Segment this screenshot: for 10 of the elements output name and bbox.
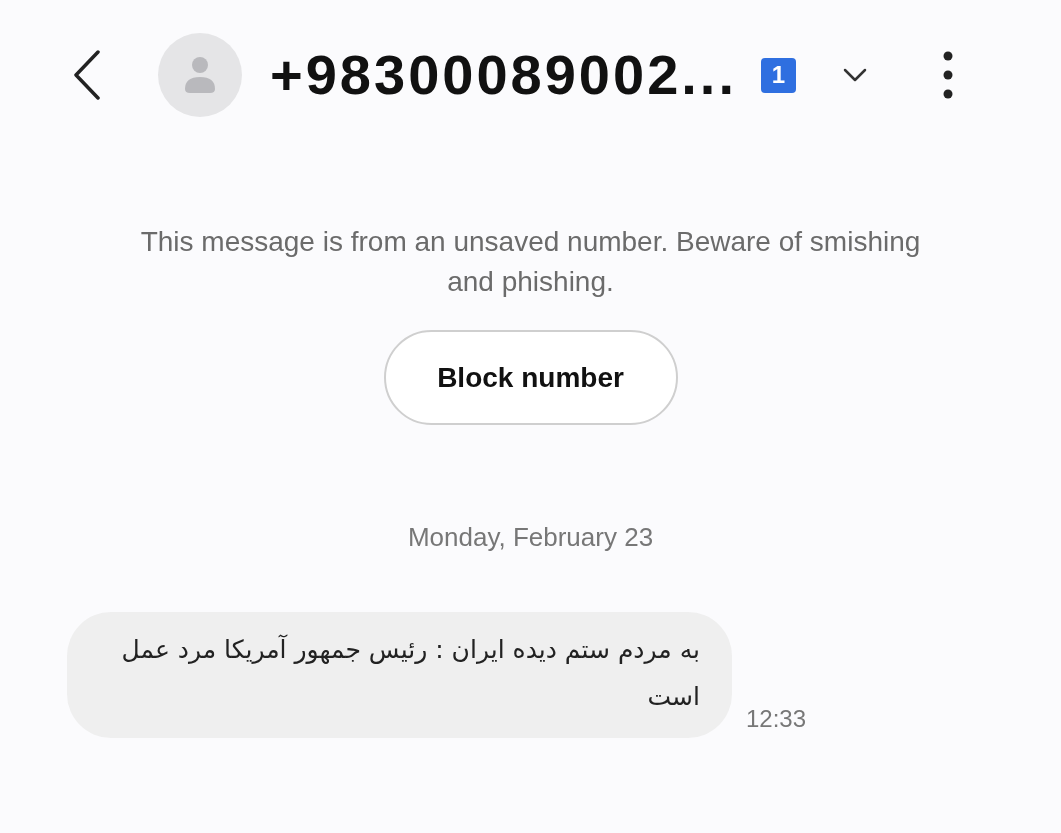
contact-title: +98300089002... <box>270 47 737 103</box>
back-icon[interactable] <box>72 50 102 100</box>
sim-badge: 1 <box>760 57 796 93</box>
more-options-icon[interactable] <box>942 51 953 99</box>
date-divider: Monday, February 23 <box>407 521 654 554</box>
message-time: 12:33 <box>746 704 807 734</box>
chevron-down-icon[interactable] <box>842 68 867 82</box>
block-number-button[interactable]: Block number <box>383 330 678 425</box>
message-bubble: به مردم ستم دیده ایران : رئیس جمهور آمریکا مرد عمل است <box>67 612 732 738</box>
warning-text: This message is from an unsaved number. Beware of smishing and phishing. <box>139 225 922 299</box>
